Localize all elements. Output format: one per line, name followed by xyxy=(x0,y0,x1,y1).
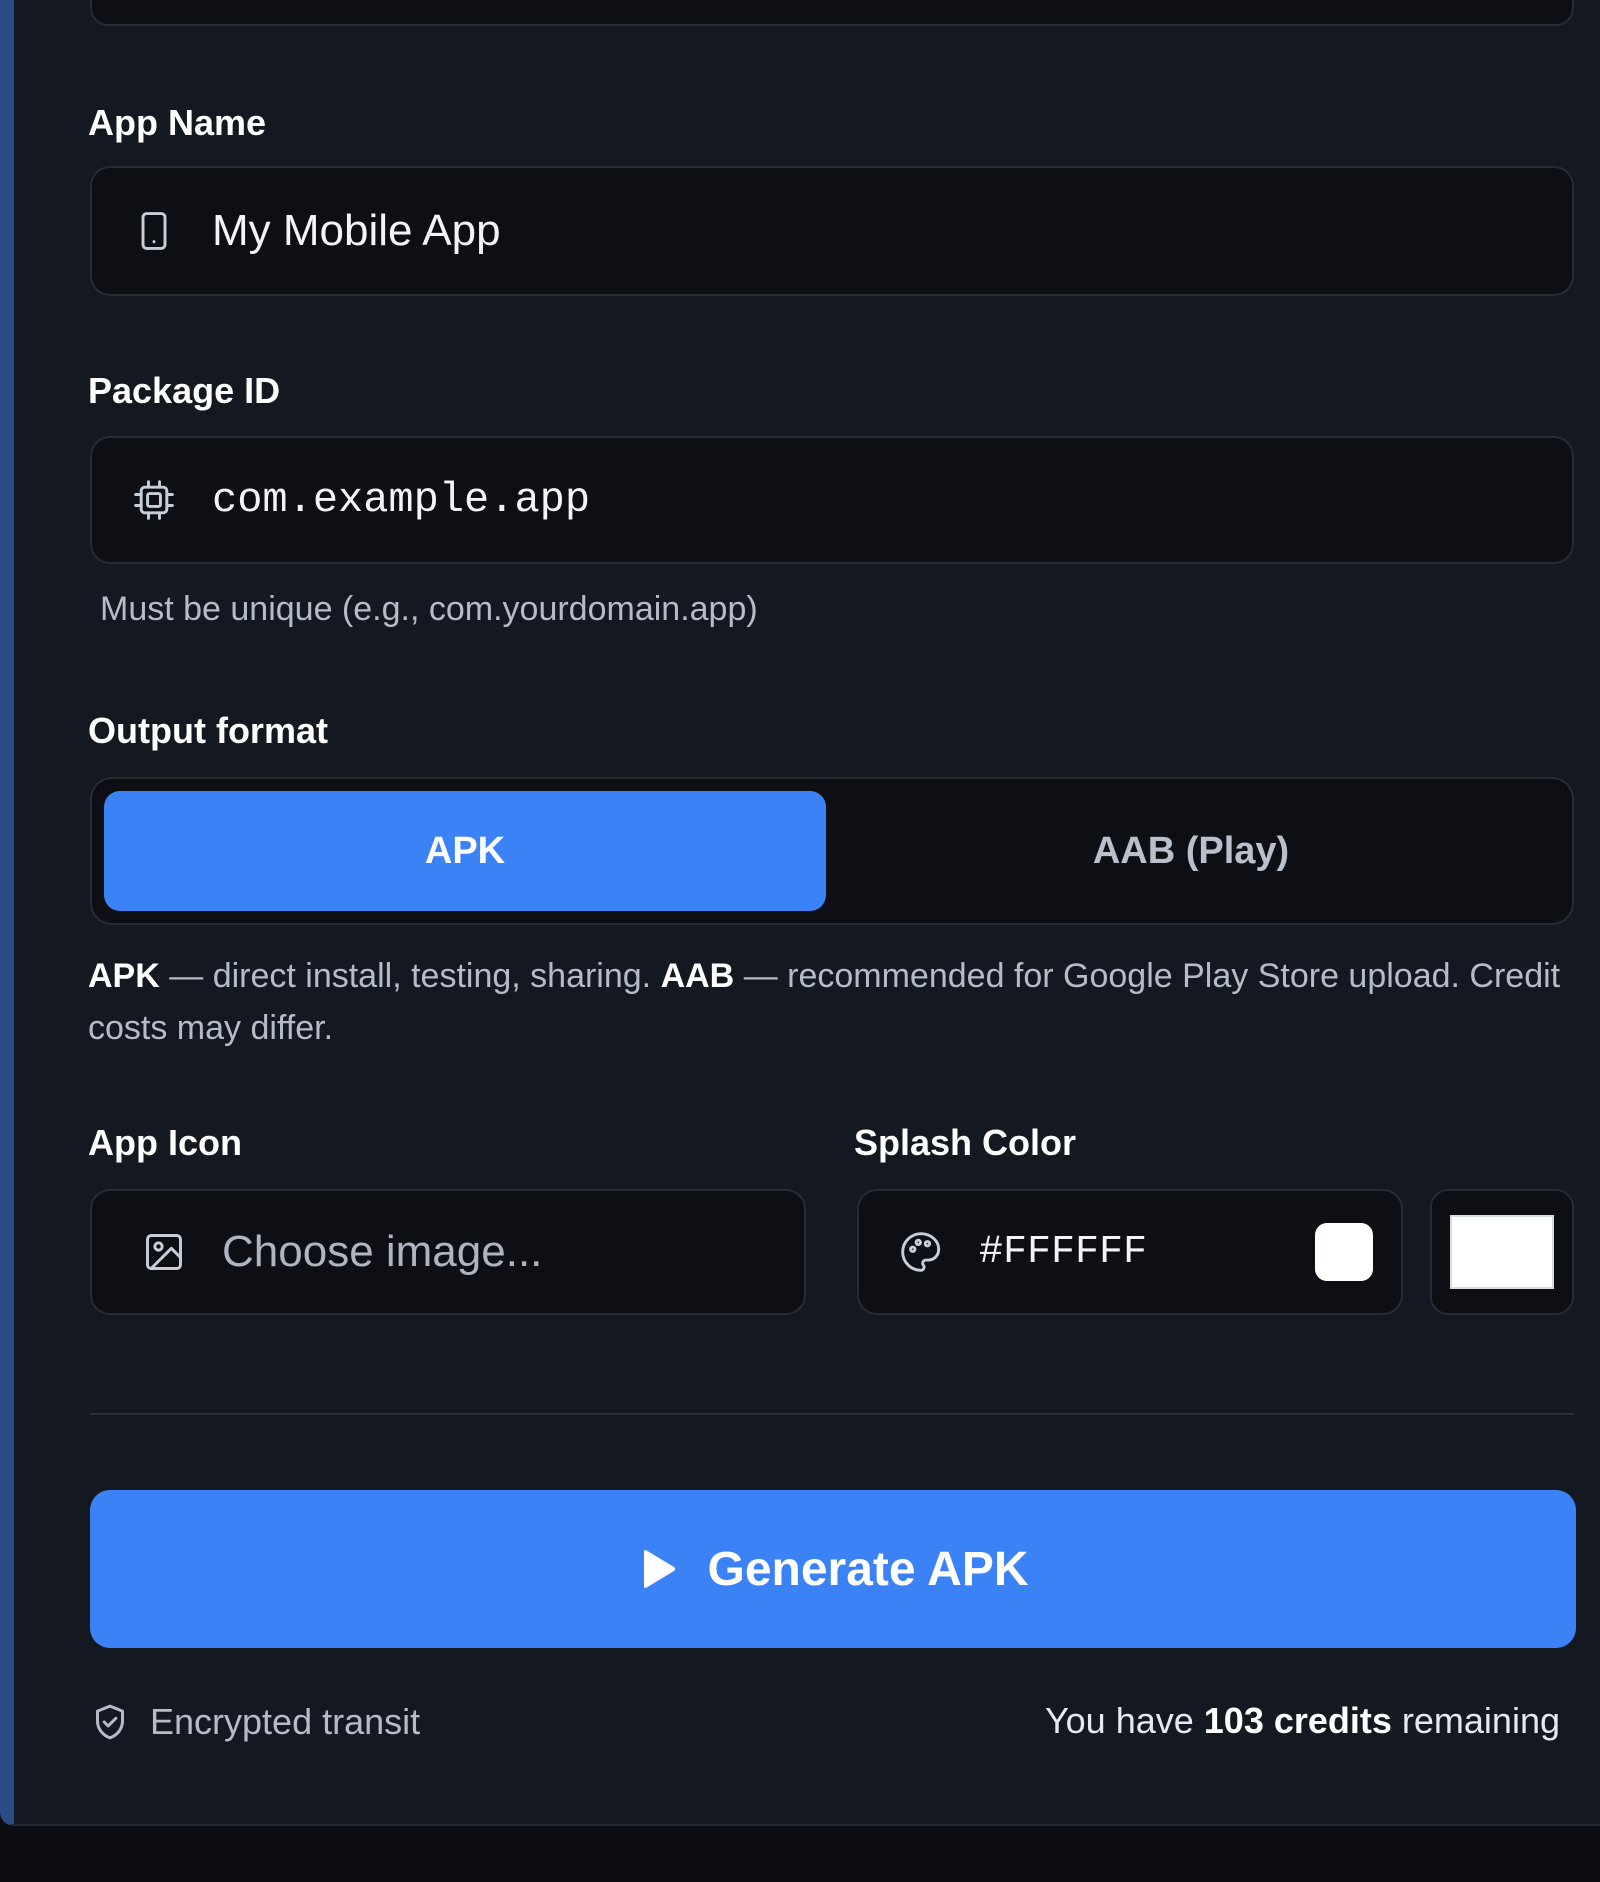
divider xyxy=(90,1413,1574,1415)
app-name-field[interactable]: My Mobile App xyxy=(90,166,1574,296)
package-id-field[interactable]: com.example.app xyxy=(90,436,1574,564)
app-icon-picker[interactable]: Choose image... xyxy=(90,1189,806,1315)
security-text: Encrypted transit xyxy=(150,1701,421,1742)
output-format-description: APK — direct install, testing, sharing. … xyxy=(88,950,1578,1054)
output-format-toggle: APK AAB (Play) xyxy=(90,777,1574,925)
palette-icon xyxy=(901,1232,941,1272)
credits-count: 103 credits xyxy=(1203,1700,1392,1741)
image-icon xyxy=(146,1234,182,1270)
app-icon-placeholder: Choose image... xyxy=(222,1227,543,1276)
security-note: Encrypted transit xyxy=(90,1700,420,1744)
aab-term: AAB xyxy=(660,957,735,995)
app-icon-label: App Icon xyxy=(88,1122,242,1163)
credits-suffix: remaining xyxy=(1391,1700,1560,1741)
apk-description: — direct install, testing, sharing. xyxy=(159,957,661,995)
color-picker-swatch xyxy=(1450,1215,1554,1289)
app-name-value: My Mobile App xyxy=(212,206,501,255)
previous-field[interactable] xyxy=(90,0,1574,26)
play-icon xyxy=(643,1550,675,1588)
chip-icon xyxy=(134,480,174,520)
smartphone-icon xyxy=(141,212,167,250)
credits-prefix: You have xyxy=(1044,1700,1204,1741)
form-panel: App Name My Mobile App Package ID com.ex… xyxy=(0,0,1600,1826)
color-picker-button[interactable] xyxy=(1430,1189,1574,1315)
splash-color-value: #FFFFFF xyxy=(979,1229,1148,1275)
splash-color-swatch xyxy=(1315,1223,1373,1281)
package-id-label: Package ID xyxy=(88,370,281,411)
output-format-label: Output format xyxy=(88,710,328,751)
generate-apk-label: Generate APK xyxy=(707,1542,1029,1596)
app-name-label: App Name xyxy=(88,102,267,143)
shield-icon xyxy=(96,1704,124,1740)
credits-remaining: You have 103 credits remaining xyxy=(1045,1700,1560,1742)
splash-color-label: Splash Color xyxy=(854,1122,1077,1163)
package-id-hint: Must be unique (e.g., com.yourdomain.app… xyxy=(100,590,758,628)
format-option-aab[interactable]: AAB (Play) xyxy=(830,791,1552,911)
generate-apk-button[interactable]: Generate APK xyxy=(90,1490,1576,1648)
apk-term: APK xyxy=(88,957,160,995)
format-option-apk[interactable]: APK xyxy=(104,791,826,911)
package-id-value: com.example.app xyxy=(212,476,591,524)
splash-color-field[interactable]: #FFFFFF xyxy=(857,1189,1403,1315)
